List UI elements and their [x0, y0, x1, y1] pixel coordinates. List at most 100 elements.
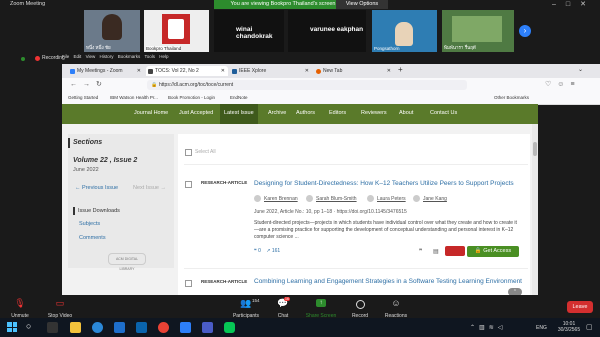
language-indicator[interactable]: ENG	[536, 325, 547, 331]
windows-start-icon[interactable]	[7, 322, 17, 332]
nav-reviewers[interactable]: Reviewers	[361, 110, 387, 116]
teams-icon[interactable]	[202, 322, 213, 333]
windows-taskbar	[0, 318, 600, 337]
previous-issue-link[interactable]: ← Previous Issue	[75, 185, 118, 191]
article-doi[interactable]: https://doi.org/10.1145/3476515	[337, 209, 407, 215]
pdf-icon[interactable]: ▤	[433, 248, 439, 255]
next-issue-link[interactable]: Next Issue →	[133, 185, 166, 191]
nav-contact-us[interactable]: Contact Us	[430, 110, 457, 116]
bookmark[interactable]: Book Promotion - Login	[168, 95, 215, 100]
network-icon[interactable]: ▥	[479, 325, 489, 331]
article-title-link[interactable]: Designing for Student-Directedness: How …	[254, 180, 522, 187]
notifications-icon[interactable]: ▢	[586, 323, 593, 331]
select-all-checkbox[interactable]	[185, 149, 192, 156]
share-banner: You are viewing Bookpro Thailand's scree…	[214, 0, 352, 9]
line-icon[interactable]	[224, 322, 235, 333]
tray-expand-icon[interactable]: ⌃	[470, 325, 479, 331]
nav-about[interactable]: About	[399, 110, 413, 116]
author-link[interactable]: Karen Brennan	[264, 196, 298, 202]
menu-item[interactable]: History	[100, 54, 114, 59]
view-options-button[interactable]: View Options	[336, 0, 388, 9]
participant-tile[interactable]: Pongsathorn	[372, 10, 437, 52]
browser-tab[interactable]: My Meetings - Zoom ✕	[68, 66, 144, 76]
nav-archive[interactable]: Archive	[268, 110, 286, 116]
browser-tab[interactable]: IEEE Xplore ✕	[230, 66, 312, 76]
account-icon[interactable]: ☺	[557, 81, 570, 88]
menu-icon[interactable]: ≡	[570, 81, 580, 88]
volume-icon[interactable]: ◁	[498, 325, 507, 331]
url-bar[interactable]: https://dl.acm.org/toc/toce/current	[147, 80, 467, 90]
menu-item[interactable]: Tools	[144, 54, 155, 59]
menu-item[interactable]: Bookmarks	[118, 54, 141, 59]
close-tab-icon[interactable]: ✕	[305, 66, 309, 76]
bookmark[interactable]: IBM Watson Health Pr...	[110, 95, 158, 100]
back-icon[interactable]: ←	[70, 81, 83, 88]
participant-tile[interactable]: พิมพ์นารา รื่นฤดี	[442, 10, 514, 52]
subjects-link[interactable]: Subjects	[79, 221, 100, 227]
menu-item[interactable]: File	[62, 54, 69, 59]
zoom-window-title: Zoom Meeting	[10, 1, 46, 7]
browser-tab-active[interactable]: TOCS: Vol 22, No 2 ✕	[146, 66, 228, 76]
minimize-icon[interactable]: –	[552, 1, 566, 8]
search-icon[interactable]: ○	[26, 321, 31, 331]
scrollbar-thumb[interactable]	[533, 142, 537, 156]
article-checkbox[interactable]	[185, 181, 192, 188]
participant-tile[interactable]: winai chandokrak	[214, 10, 284, 52]
author-link[interactable]: Laura Peters	[377, 196, 406, 202]
file-explorer-icon[interactable]	[70, 322, 81, 333]
forward-icon[interactable]: →	[83, 81, 96, 88]
nav-just-accepted[interactable]: Just Accepted	[179, 110, 213, 116]
article-title-link[interactable]: Combining Learning and Engagement Strate…	[254, 278, 522, 285]
task-view-icon[interactable]	[47, 322, 58, 333]
next-participants-icon[interactable]: ›	[519, 25, 531, 37]
author-link[interactable]: Sarah Blum-Smith	[316, 196, 357, 202]
participants-icon[interactable]: 👥	[240, 298, 252, 309]
get-access-button[interactable]: 🔒 Get Access	[467, 246, 519, 257]
video-off-icon[interactable]: ▭	[54, 298, 66, 309]
share-screen-icon[interactable]: ↑	[316, 299, 326, 307]
article-checkbox[interactable]	[185, 280, 192, 287]
other-bookmarks[interactable]: Other Bookmarks	[494, 95, 529, 100]
nav-latest-issue[interactable]: Latest Issue	[224, 110, 254, 116]
reactions-icon[interactable]: ☺	[390, 298, 402, 308]
comments-link[interactable]: Comments	[79, 235, 106, 241]
mail-icon[interactable]	[136, 322, 147, 333]
article-meta: June 2022, Article No.: 10, pp 1–18 · ht…	[254, 209, 407, 215]
chrome-icon[interactable]	[158, 322, 169, 333]
clock[interactable]: 10:01 30/3/2565	[556, 321, 582, 333]
menu-item[interactable]: View	[86, 54, 96, 59]
participant-tile[interactable]: Bookpro Thailand	[144, 10, 209, 52]
edge-icon[interactable]	[92, 322, 103, 333]
store-icon[interactable]	[114, 322, 125, 333]
close-tab-icon[interactable]: ✕	[137, 66, 141, 76]
pocket-icon[interactable]: ♡	[545, 81, 557, 88]
wifi-icon[interactable]: ≋	[489, 325, 498, 331]
zoom-taskbar-icon[interactable]	[180, 322, 191, 333]
participant-tile[interactable]: varunee eakphan	[288, 10, 366, 52]
window-controls[interactable]: –□✕	[552, 0, 596, 8]
reload-icon[interactable]: ↻	[96, 81, 108, 88]
participant-tile[interactable]: หนึ่ง หนึ่ง ชัย	[84, 10, 140, 52]
nav-journal-home[interactable]: Journal Home	[134, 110, 168, 116]
cite-icon[interactable]: ❞	[419, 248, 422, 255]
close-tab-icon[interactable]: ✕	[387, 66, 391, 76]
author-avatar	[367, 195, 374, 202]
close-tab-icon[interactable]: ✕	[221, 66, 225, 76]
leave-button[interactable]: Leave	[567, 301, 593, 313]
nav-authors[interactable]: Authors	[296, 110, 315, 116]
maximize-icon[interactable]: □	[566, 1, 580, 8]
nav-editors[interactable]: Editors	[329, 110, 346, 116]
tab-list-icon[interactable]: ⌄	[578, 66, 583, 73]
bookmark[interactable]: Getting Started	[68, 95, 98, 100]
bookmark[interactable]: EndNote	[230, 95, 248, 100]
close-icon[interactable]: ✕	[580, 1, 596, 8]
new-tab-icon[interactable]: +	[398, 65, 403, 74]
author-link[interactable]: Jane Kang	[423, 196, 447, 202]
menu-item[interactable]: Help	[159, 54, 168, 59]
browser-tab[interactable]: New Tab ✕	[314, 66, 394, 76]
issue-downloads[interactable]: Issue Downloads	[78, 208, 120, 214]
security-icon	[21, 57, 25, 61]
microphone-muted-icon[interactable]: 🎙	[14, 298, 26, 309]
record-icon[interactable]	[356, 300, 365, 309]
menu-item[interactable]: Edit	[74, 54, 82, 59]
